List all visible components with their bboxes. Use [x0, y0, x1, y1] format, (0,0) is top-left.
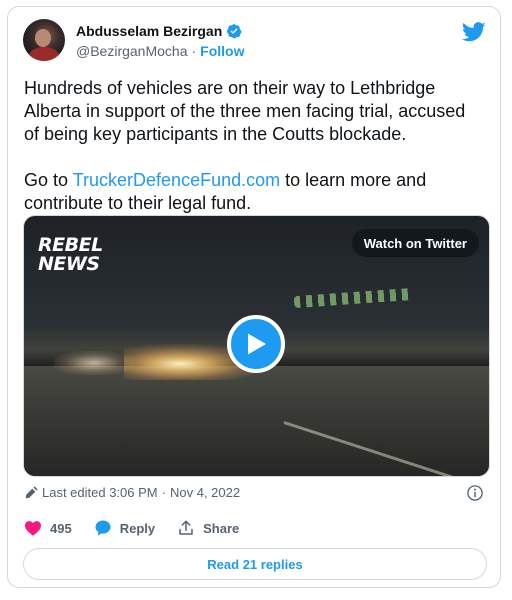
like-button[interactable]: 495 [24, 520, 72, 536]
trucker-defence-fund-link[interactable]: TruckerDefenceFund.com [73, 170, 280, 190]
brand-line-2: NEWS [38, 253, 100, 275]
tweet-text-prefix: Go to [24, 170, 73, 190]
read-replies-button[interactable]: Read 21 replies [23, 548, 487, 580]
tweet-card: Abdusselam Bezirgan @BezirganMocha · Fol… [7, 6, 501, 588]
handle-separator: · [191, 43, 197, 59]
author-handle[interactable]: @BezirganMocha [76, 43, 188, 59]
tweet-date[interactable]: Nov 4, 2022 [170, 485, 240, 500]
twitter-bird-icon[interactable] [462, 21, 486, 43]
tweet-paragraph: Hundreds of vehicles are on their way to… [24, 78, 466, 144]
edit-meta-row: Last edited 3:06 PM · Nov 4, 2022 [24, 484, 490, 502]
author-handle-row: @BezirganMocha · Follow [76, 43, 245, 59]
play-button[interactable] [227, 315, 285, 373]
watch-on-twitter-button[interactable]: Watch on Twitter [351, 229, 479, 257]
reply-button[interactable]: Reply [94, 519, 155, 537]
verified-badge-icon [227, 24, 242, 39]
tweet-text: Hundreds of vehicles are on their way to… [24, 77, 484, 215]
author-name-row[interactable]: Abdusselam Bezirgan [76, 23, 242, 39]
reply-bubble-icon [95, 520, 111, 536]
info-icon[interactable] [466, 484, 484, 502]
rebel-news-logo: REBEL NEWS [38, 236, 103, 274]
meta-separator: · [161, 485, 166, 500]
follow-button[interactable]: Follow [200, 43, 244, 59]
share-button[interactable]: Share [177, 519, 239, 537]
avatar-face [35, 29, 51, 47]
last-edited-label[interactable]: Last edited 3:06 PM [42, 485, 158, 500]
reply-label: Reply [119, 520, 156, 536]
author-name[interactable]: Abdusselam Bezirgan [76, 23, 222, 39]
pencil-icon [25, 485, 38, 498]
heart-icon [25, 521, 41, 536]
video-player[interactable]: REBEL NEWS Watch on Twitter [23, 215, 490, 477]
avatar[interactable] [23, 19, 65, 61]
share-label: Share [203, 520, 240, 536]
video-road [24, 366, 489, 476]
video-light-streaks [293, 287, 415, 309]
like-count: 495 [50, 520, 72, 536]
video-headlight-glow [54, 351, 134, 375]
share-icon [179, 520, 193, 535]
tweet-paragraph-2: Go to TruckerDefenceFund.com to learn mo… [24, 169, 484, 215]
play-icon [248, 333, 266, 355]
action-bar: 495 Reply Share [24, 519, 261, 537]
avatar-shirt [29, 47, 59, 61]
